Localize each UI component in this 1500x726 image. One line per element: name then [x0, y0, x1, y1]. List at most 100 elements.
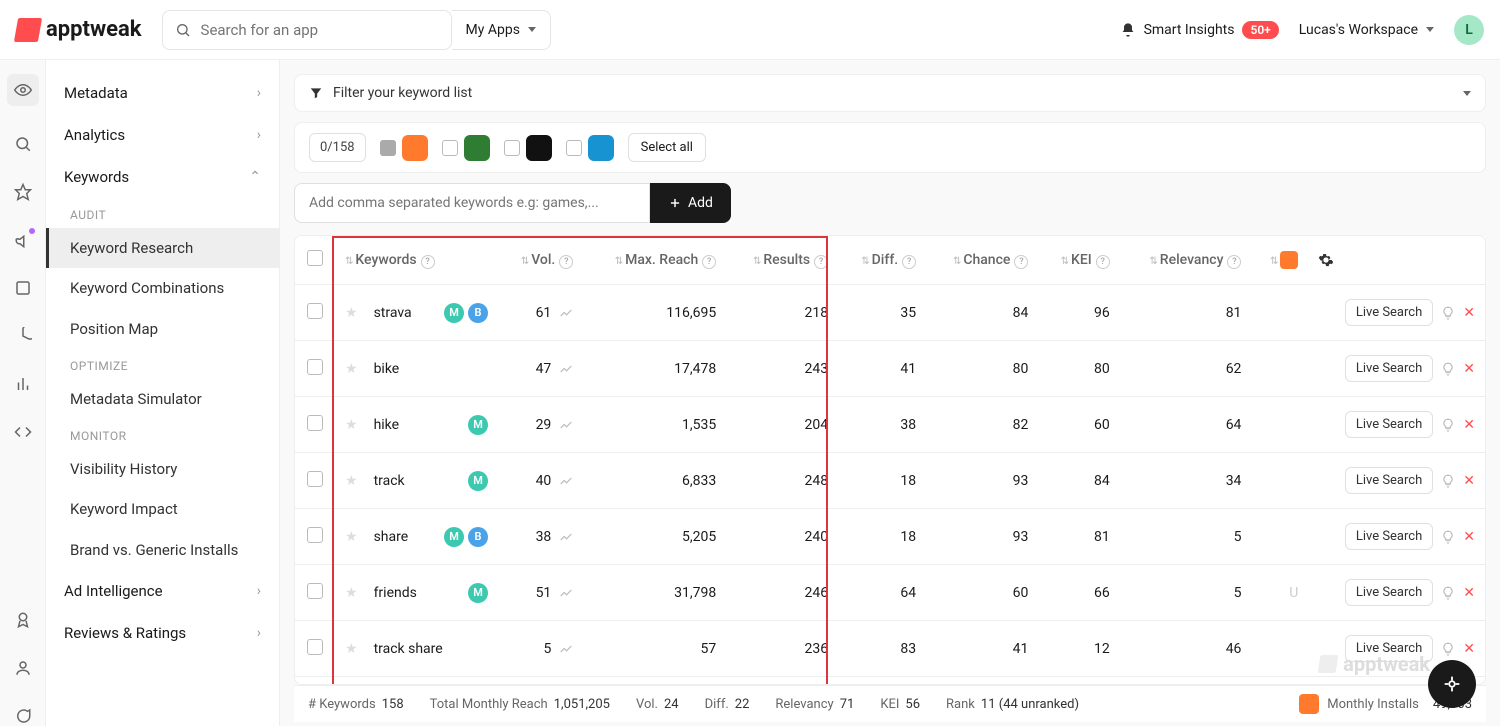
rail-bars-icon[interactable]	[13, 374, 33, 394]
rail-megaphone-icon[interactable]	[13, 230, 33, 250]
live-search-button[interactable]: Live Search	[1345, 635, 1433, 662]
row-checkbox[interactable]	[307, 471, 323, 487]
rail-code-icon[interactable]	[13, 422, 33, 442]
checkbox[interactable]	[380, 140, 396, 156]
smart-insights-button[interactable]: Smart Insights 50+	[1120, 21, 1279, 39]
rail-eye-icon[interactable]	[7, 74, 39, 106]
add-button[interactable]: Add	[650, 183, 731, 223]
rail-square-icon[interactable]	[13, 278, 33, 298]
bulb-icon[interactable]	[1441, 474, 1455, 488]
subitem-position-map[interactable]: Position Map	[46, 309, 279, 349]
chart-icon[interactable]	[559, 586, 573, 600]
row-checkbox[interactable]	[307, 415, 323, 431]
help-icon[interactable]: ?	[902, 255, 916, 269]
live-search-button[interactable]: Live Search	[1345, 299, 1433, 326]
live-search-button[interactable]: Live Search	[1345, 411, 1433, 438]
checkbox[interactable]	[442, 140, 458, 156]
col-diff-[interactable]: ⇅Diff.?	[838, 236, 926, 285]
help-icon[interactable]: ?	[814, 255, 828, 269]
help-icon[interactable]: ?	[702, 255, 716, 269]
col-keywords[interactable]: ⇅Keywords?	[335, 236, 498, 285]
avatar[interactable]: L	[1454, 15, 1484, 45]
help-icon[interactable]: ?	[559, 255, 573, 269]
add-keywords-input[interactable]	[294, 183, 650, 223]
help-icon[interactable]: ?	[1096, 255, 1110, 269]
chart-icon[interactable]	[559, 418, 573, 432]
chart-icon[interactable]	[559, 306, 573, 320]
checkbox[interactable]	[504, 140, 520, 156]
checkbox-all[interactable]	[307, 250, 323, 266]
col-max-reach[interactable]: ⇅Max. Reach?	[583, 236, 726, 285]
help-icon[interactable]: ?	[1227, 255, 1241, 269]
workspace-dropdown[interactable]: Lucas's Workspace	[1299, 22, 1434, 38]
live-search-button[interactable]: Live Search	[1345, 579, 1433, 606]
my-apps-dropdown[interactable]: My Apps	[452, 10, 551, 50]
star-icon[interactable]: ★	[345, 641, 358, 657]
rail-search-icon[interactable]	[13, 134, 33, 154]
delete-icon[interactable]: ✕	[1463, 473, 1475, 489]
bulb-icon[interactable]	[1441, 642, 1455, 656]
subitem-keyword-impact[interactable]: Keyword Impact	[46, 489, 279, 529]
filter-bar[interactable]: Filter your keyword list	[294, 74, 1486, 112]
delete-icon[interactable]: ✕	[1463, 361, 1475, 377]
live-search-button[interactable]: Live Search	[1345, 523, 1433, 550]
help-fab[interactable]	[1428, 660, 1476, 708]
help-icon[interactable]: ?	[1014, 255, 1028, 269]
row-checkbox[interactable]	[307, 639, 323, 655]
star-icon[interactable]: ★	[345, 361, 358, 377]
chart-icon[interactable]	[559, 642, 573, 656]
delete-icon[interactable]: ✕	[1463, 641, 1475, 657]
rail-chat-icon[interactable]	[13, 706, 33, 726]
col-relevancy[interactable]: ⇅Relevancy?	[1120, 236, 1252, 285]
bulb-icon[interactable]	[1441, 362, 1455, 376]
star-icon[interactable]: ★	[345, 529, 358, 545]
col-kei[interactable]: ⇅KEI?	[1038, 236, 1119, 285]
star-icon[interactable]: ★	[345, 305, 358, 321]
app-filter-3[interactable]	[566, 135, 614, 161]
delete-icon[interactable]: ✕	[1463, 529, 1475, 545]
live-search-button[interactable]: Live Search	[1345, 355, 1433, 382]
star-icon[interactable]: ★	[345, 473, 358, 489]
rail-user-icon[interactable]	[13, 658, 33, 678]
delete-icon[interactable]: ✕	[1463, 305, 1475, 321]
bulb-icon[interactable]	[1441, 418, 1455, 432]
chart-icon[interactable]	[559, 530, 573, 544]
rail-star-icon[interactable]	[13, 182, 33, 202]
row-checkbox[interactable]	[307, 303, 323, 319]
nav-keywords[interactable]: Keywords⌃	[46, 156, 279, 198]
row-checkbox[interactable]	[307, 359, 323, 375]
app-filter-1[interactable]	[442, 135, 490, 161]
gear-icon[interactable]	[1318, 252, 1475, 268]
col-chance[interactable]: ⇅Chance?	[926, 236, 1038, 285]
help-icon[interactable]: ?	[421, 255, 435, 269]
app-filter-2[interactable]	[504, 135, 552, 161]
subitem-brand-vs-generic-installs[interactable]: Brand vs. Generic Installs	[46, 530, 279, 570]
select-all-button[interactable]: Select all	[628, 133, 706, 162]
col-vol-[interactable]: ⇅Vol.?	[498, 236, 583, 285]
nav-ad-intelligence[interactable]: Ad Intelligence›	[46, 570, 279, 612]
chart-icon[interactable]	[559, 474, 573, 488]
rail-pie-icon[interactable]	[13, 326, 33, 346]
row-checkbox[interactable]	[307, 527, 323, 543]
app-filter-0[interactable]	[380, 135, 428, 161]
live-search-button[interactable]: Live Search	[1345, 467, 1433, 494]
star-icon[interactable]: ★	[345, 585, 358, 601]
star-icon[interactable]: ★	[345, 417, 358, 433]
checkbox[interactable]	[566, 140, 582, 156]
nav-analytics[interactable]: Analytics›	[46, 114, 279, 156]
bulb-icon[interactable]	[1441, 306, 1455, 320]
subitem-keyword-research[interactable]: Keyword Research	[46, 228, 279, 268]
nav-metadata[interactable]: Metadata›	[46, 72, 279, 114]
col-results[interactable]: ⇅Results?	[726, 236, 838, 285]
subitem-keyword-combinations[interactable]: Keyword Combinations	[46, 268, 279, 308]
subitem-metadata-simulator[interactable]: Metadata Simulator	[46, 379, 279, 419]
delete-icon[interactable]: ✕	[1463, 585, 1475, 601]
bulb-icon[interactable]	[1441, 586, 1455, 600]
chart-icon[interactable]	[559, 362, 573, 376]
delete-icon[interactable]: ✕	[1463, 417, 1475, 433]
rail-award-icon[interactable]	[13, 610, 33, 630]
search-bar[interactable]	[162, 10, 452, 50]
bulb-icon[interactable]	[1441, 530, 1455, 544]
search-input[interactable]	[201, 21, 439, 39]
row-checkbox[interactable]	[307, 583, 323, 599]
